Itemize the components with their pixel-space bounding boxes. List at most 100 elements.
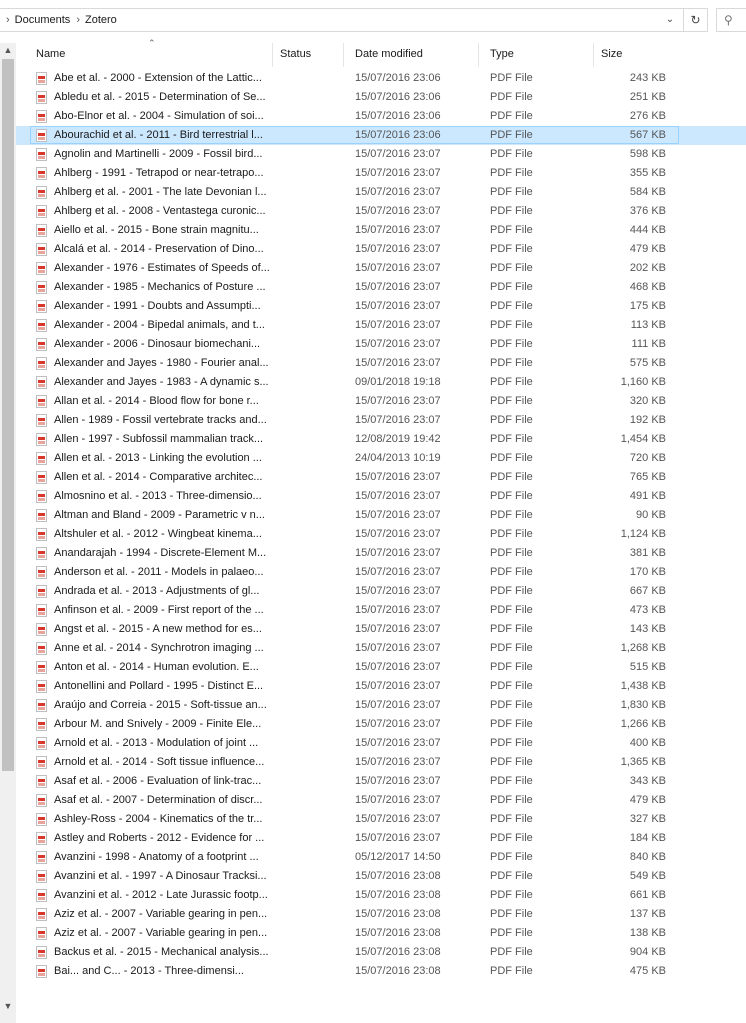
file-row[interactable]: Arbour M. and Snively - 2009 - Finite El… <box>16 715 746 734</box>
file-name[interactable]: Ahlberg - 1991 - Tetrapod or near-tetrap… <box>54 164 264 183</box>
file-name[interactable]: Antonellini and Pollard - 1995 - Distinc… <box>54 677 263 696</box>
file-row[interactable]: Alexander - 2006 - Dinosaur biomechani..… <box>16 335 746 354</box>
file-name[interactable]: Aziz et al. - 2007 - Variable gearing in… <box>54 924 267 943</box>
file-name[interactable]: Alexander and Jayes - 1983 - A dynamic s… <box>54 373 269 392</box>
column-header-size[interactable]: Size <box>595 43 675 67</box>
file-row[interactable]: Anfinson et al. - 2009 - First report of… <box>16 601 746 620</box>
file-row[interactable]: Avanzini et al. - 1997 - A Dinosaur Trac… <box>16 867 746 886</box>
file-row[interactable]: Andrada et al. - 2013 - Adjustments of g… <box>16 582 746 601</box>
file-row[interactable]: Arnold et al. - 2014 - Soft tissue influ… <box>16 753 746 772</box>
file-row[interactable]: Alexander and Jayes - 1980 - Fourier ana… <box>16 354 746 373</box>
column-header-name[interactable]: Name <box>16 43 273 67</box>
file-row[interactable]: Bai... and C... - 2013 - Three-dimensi..… <box>16 962 746 981</box>
file-name[interactable]: Arnold et al. - 2013 - Modulation of joi… <box>54 734 258 753</box>
file-row[interactable]: Asaf et al. - 2007 - Determination of di… <box>16 791 746 810</box>
file-row[interactable]: Ahlberg - 1991 - Tetrapod or near-tetrap… <box>16 164 746 183</box>
file-name[interactable]: Abourachid et al. - 2011 - Bird terrestr… <box>54 126 263 145</box>
file-row[interactable]: Ahlberg et al. - 2008 - Ventastega curon… <box>16 202 746 221</box>
file-name[interactable]: Alexander - 1985 - Mechanics of Posture … <box>54 278 266 297</box>
file-name[interactable]: Abe et al. - 2000 - Extension of the Lat… <box>54 69 262 88</box>
file-row[interactable]: Ahlberg et al. - 2001 - The late Devonia… <box>16 183 746 202</box>
file-name[interactable]: Alexander - 1976 - Estimates of Speeds o… <box>54 259 270 278</box>
file-row[interactable]: Aiello et al. - 2015 - Bone strain magni… <box>16 221 746 240</box>
file-row[interactable]: Asaf et al. - 2006 - Evaluation of link-… <box>16 772 746 791</box>
file-row[interactable]: Anne et al. - 2014 - Synchrotron imaging… <box>16 639 746 658</box>
file-row[interactable]: Alcalá et al. - 2014 - Preservation of D… <box>16 240 746 259</box>
file-name[interactable]: Allan et al. - 2014 - Blood flow for bon… <box>54 392 259 411</box>
file-name[interactable]: Angst et al. - 2015 - A new method for e… <box>54 620 262 639</box>
file-name[interactable]: Alcalá et al. - 2014 - Preservation of D… <box>54 240 264 259</box>
file-name[interactable]: Anfinson et al. - 2009 - First report of… <box>54 601 264 620</box>
file-row[interactable]: Abe et al. - 2000 - Extension of the Lat… <box>16 69 746 88</box>
file-name[interactable]: Altshuler et al. - 2012 - Wingbeat kinem… <box>54 525 262 544</box>
file-name[interactable]: Ahlberg et al. - 2008 - Ventastega curon… <box>54 202 266 221</box>
file-name[interactable]: Arnold et al. - 2014 - Soft tissue influ… <box>54 753 264 772</box>
file-name[interactable]: Anton et al. - 2014 - Human evolution. E… <box>54 658 259 677</box>
column-header-date-modified[interactable]: Date modified <box>345 43 479 67</box>
vertical-scrollbar[interactable]: ▲ ▼ <box>0 43 16 1023</box>
file-name[interactable]: Ashley-Ross - 2004 - Kinematics of the t… <box>54 810 262 829</box>
file-row[interactable]: Astley and Roberts - 2012 - Evidence for… <box>16 829 746 848</box>
file-name[interactable]: Agnolin and Martinelli - 2009 - Fossil b… <box>54 145 262 164</box>
column-header-status[interactable]: Status <box>274 43 344 67</box>
file-row[interactable]: Altman and Bland - 2009 - Parametric v n… <box>16 506 746 525</box>
file-row[interactable]: Alexander - 1991 - Doubts and Assumpti..… <box>16 297 746 316</box>
file-row[interactable]: Anton et al. - 2014 - Human evolution. E… <box>16 658 746 677</box>
file-name[interactable]: Astley and Roberts - 2012 - Evidence for… <box>54 829 264 848</box>
file-name[interactable]: Alexander - 1991 - Doubts and Assumpti..… <box>54 297 261 316</box>
file-name[interactable]: Avanzini et al. - 1997 - A Dinosaur Trac… <box>54 867 267 886</box>
file-name[interactable]: Aziz et al. - 2007 - Variable gearing in… <box>54 905 267 924</box>
file-name[interactable]: Alexander - 2006 - Dinosaur biomechani..… <box>54 335 260 354</box>
file-row[interactable]: Allen et al. - 2013 - Linking the evolut… <box>16 449 746 468</box>
file-row[interactable]: Ashley-Ross - 2004 - Kinematics of the t… <box>16 810 746 829</box>
file-row[interactable]: Abo-Elnor et al. - 2004 - Simulation of … <box>16 107 746 126</box>
file-name[interactable]: Almosnino et al. - 2013 - Three-dimensio… <box>54 487 262 506</box>
file-row[interactable]: Anandarajah - 1994 - Discrete-Element M.… <box>16 544 746 563</box>
file-row[interactable]: Abourachid et al. - 2011 - Bird terrestr… <box>16 126 746 145</box>
scroll-up-arrow-icon[interactable]: ▲ <box>0 43 16 57</box>
file-name[interactable]: Altman and Bland - 2009 - Parametric v n… <box>54 506 265 525</box>
file-row[interactable]: Allen - 1989 - Fossil vertebrate tracks … <box>16 411 746 430</box>
address-bar[interactable]: › Documents › Zotero ⌄ <box>0 8 684 32</box>
breadcrumb-documents[interactable]: Documents <box>15 14 71 26</box>
file-row[interactable]: Allen et al. - 2014 - Comparative archit… <box>16 468 746 487</box>
file-row[interactable]: Allan et al. - 2014 - Blood flow for bon… <box>16 392 746 411</box>
file-row[interactable]: Alexander - 1976 - Estimates of Speeds o… <box>16 259 746 278</box>
search-icon[interactable]: ⚲ <box>716 8 746 32</box>
file-row[interactable]: Antonellini and Pollard - 1995 - Distinc… <box>16 677 746 696</box>
refresh-icon[interactable]: ↻ <box>684 8 708 32</box>
scroll-down-arrow-icon[interactable]: ▼ <box>0 999 16 1013</box>
file-row[interactable]: Arnold et al. - 2013 - Modulation of joi… <box>16 734 746 753</box>
file-name[interactable]: Abo-Elnor et al. - 2004 - Simulation of … <box>54 107 264 126</box>
file-row[interactable]: Anderson et al. - 2011 - Models in palae… <box>16 563 746 582</box>
file-row[interactable]: Aziz et al. - 2007 - Variable gearing in… <box>16 905 746 924</box>
breadcrumb-chevron-icon[interactable]: › <box>6 14 10 26</box>
file-row[interactable]: Allen - 1997 - Subfossil mammalian track… <box>16 430 746 449</box>
file-row[interactable]: Araújo and Correia - 2015 - Soft-tissue … <box>16 696 746 715</box>
file-name[interactable]: Allen - 1989 - Fossil vertebrate tracks … <box>54 411 267 430</box>
file-name[interactable]: Anderson et al. - 2011 - Models in palae… <box>54 563 264 582</box>
file-name[interactable]: Anandarajah - 1994 - Discrete-Element M.… <box>54 544 266 563</box>
scroll-thumb[interactable] <box>2 59 14 771</box>
file-row[interactable]: Altshuler et al. - 2012 - Wingbeat kinem… <box>16 525 746 544</box>
file-name[interactable]: Ahlberg et al. - 2001 - The late Devonia… <box>54 183 267 202</box>
file-name[interactable]: Abledu et al. - 2015 - Determination of … <box>54 88 266 107</box>
file-name[interactable]: Anne et al. - 2014 - Synchrotron imaging… <box>54 639 264 658</box>
file-row[interactable]: Almosnino et al. - 2013 - Three-dimensio… <box>16 487 746 506</box>
file-row[interactable]: Backus et al. - 2015 - Mechanical analys… <box>16 943 746 962</box>
file-row[interactable]: Avanzini - 1998 - Anatomy of a footprint… <box>16 848 746 867</box>
file-name[interactable]: Allen et al. - 2014 - Comparative archit… <box>54 468 262 487</box>
file-name[interactable]: Andrada et al. - 2013 - Adjustments of g… <box>54 582 259 601</box>
column-header-type[interactable]: Type <box>480 43 594 67</box>
file-row[interactable]: Angst et al. - 2015 - A new method for e… <box>16 620 746 639</box>
file-row[interactable]: Alexander and Jayes - 1983 - A dynamic s… <box>16 373 746 392</box>
breadcrumb-chevron-icon[interactable]: › <box>76 14 80 26</box>
file-name[interactable]: Aiello et al. - 2015 - Bone strain magni… <box>54 221 259 240</box>
file-name[interactable]: Arbour M. and Snively - 2009 - Finite El… <box>54 715 261 734</box>
file-row[interactable]: Abledu et al. - 2015 - Determination of … <box>16 88 746 107</box>
file-name[interactable]: Asaf et al. - 2006 - Evaluation of link-… <box>54 772 261 791</box>
file-row[interactable]: Alexander - 1985 - Mechanics of Posture … <box>16 278 746 297</box>
file-name[interactable]: Backus et al. - 2015 - Mechanical analys… <box>54 943 269 962</box>
file-row[interactable]: Agnolin and Martinelli - 2009 - Fossil b… <box>16 145 746 164</box>
file-row[interactable]: Alexander - 2004 - Bipedal animals, and … <box>16 316 746 335</box>
